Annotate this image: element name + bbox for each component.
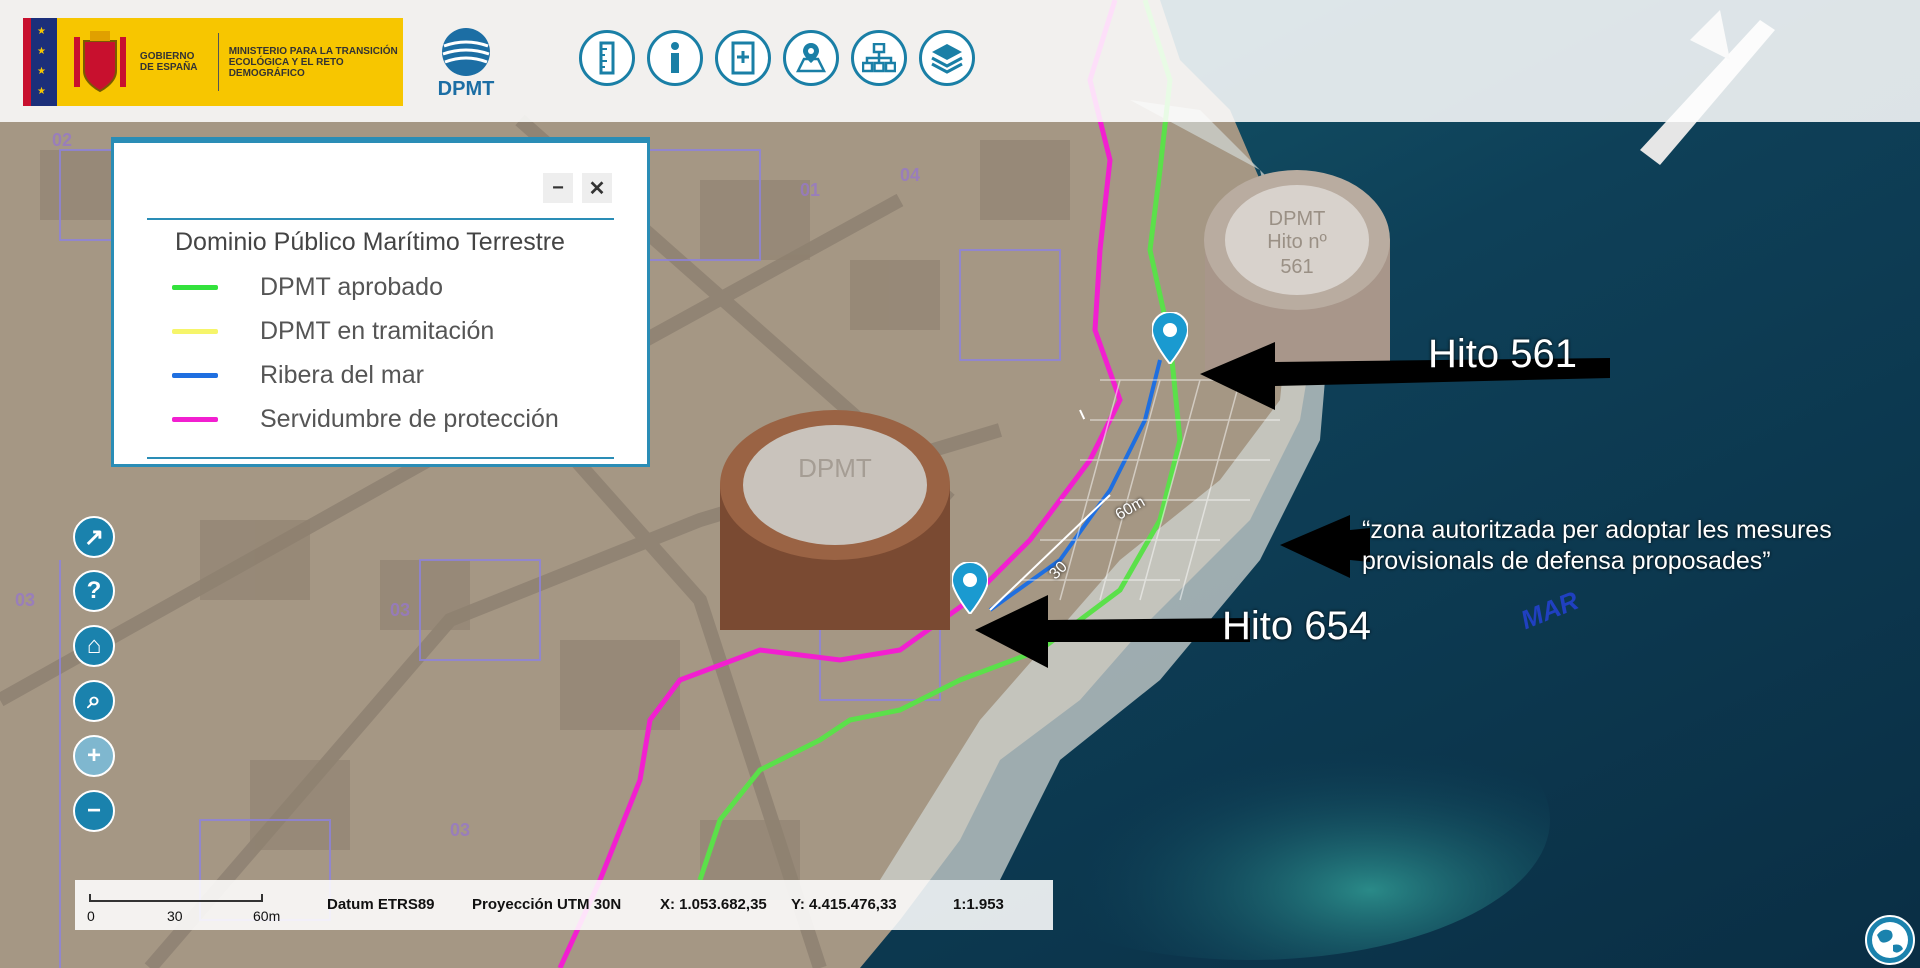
legend-content: Dominio Público Marítimo Terrestre DPMT … (147, 218, 614, 459)
status-bar: 0 30 60m Datum ETRS89 Proyección UTM 30N… (75, 880, 1053, 930)
add-bookmark-button[interactable] (715, 30, 771, 86)
y-coordinate: Y: 4.415.476,33 (791, 896, 897, 913)
zoom-in-button[interactable]: + (73, 735, 115, 777)
flag-icon: ★ ★ ★ ★ (23, 18, 57, 106)
overview-map-button[interactable] (1865, 915, 1915, 965)
legend-panel: − ✕ Dominio Público Marítimo Terrestre D… (111, 137, 650, 467)
globe-icon (1872, 922, 1908, 958)
projection-label: Proyección UTM 30N (472, 896, 622, 913)
zone-quote-line: “zona autoritzada per adoptar les mesure… (1362, 516, 1832, 544)
logo-divider (217, 33, 219, 91)
info-button[interactable] (647, 30, 703, 86)
globe-waves-icon (442, 28, 490, 76)
hierarchy-button[interactable] (851, 30, 907, 86)
scale-tick: 0 (87, 908, 95, 924)
dpmt-logo[interactable]: DPMT (428, 26, 504, 104)
hito-561-label: Hito 561 (1428, 332, 1577, 376)
legend-item: DPMT en tramitación (172, 316, 494, 346)
zone-quote: “zona autoritzada per adoptar les mesure… (1362, 515, 1832, 577)
legend-item-label: Ribera del mar (260, 360, 424, 389)
home-button[interactable]: ⌂ (73, 625, 115, 667)
header-bar: ★ ★ ★ ★ Gobierno de España Ministerio pa… (0, 0, 1920, 122)
legend-swatch (172, 284, 218, 290)
bookmark-add-icon (731, 41, 755, 75)
hito-654-label: Hito 654 (1222, 604, 1371, 648)
home-icon: ⌂ (86, 632, 102, 659)
measure-ruler-button[interactable] (579, 30, 635, 86)
share-button[interactable]: ↗ (73, 516, 115, 558)
legend-swatch (172, 416, 218, 422)
arrow-zone (1280, 515, 1370, 578)
ministry-name: Ministerio para la Transición Ecológica … (228, 45, 398, 79)
scale-tick: 30 (167, 908, 183, 924)
legend-swatch (172, 328, 218, 334)
zoom-in-icon: + (86, 742, 101, 769)
minimize-button[interactable]: − (543, 173, 573, 203)
coat-of-arms-icon (70, 27, 130, 97)
map-pin-icon (795, 43, 827, 73)
locate-button[interactable] (783, 30, 839, 86)
zoom-search-button[interactable]: ⌕ (73, 680, 115, 722)
scale-tick: 60m (253, 908, 281, 924)
legend-item: DPMT aprobado (172, 272, 443, 302)
layers-icon (931, 44, 963, 74)
legend-item: Ribera del mar (172, 360, 424, 390)
layers-button[interactable] (919, 30, 975, 86)
legend-item: Servidumbre de protección (172, 404, 559, 434)
help-icon: ? (86, 577, 102, 604)
app-logo-text: DPMT (437, 78, 495, 100)
datum-label: Datum ETRS89 (327, 896, 435, 913)
legend-item-label: DPMT en tramitación (260, 316, 495, 345)
zone-quote-line: provisionals de defensa proposades” (1362, 547, 1771, 575)
zoom-out-icon: − (86, 797, 101, 824)
government-name: Gobierno de España (139, 51, 198, 73)
close-button[interactable]: ✕ (582, 173, 612, 203)
legend-item-label: DPMT aprobado (260, 272, 443, 301)
info-icon (671, 42, 679, 73)
government-logo: ★ ★ ★ ★ Gobierno de España Ministerio pa… (23, 18, 403, 106)
arrow-hito-654 (975, 595, 1250, 668)
legend-title: Dominio Público Marítimo Terrestre (175, 228, 565, 256)
share-icon: ↗ (83, 523, 105, 551)
zoom-out-button[interactable]: − (73, 790, 115, 832)
legend-item-label: Servidumbre de protección (260, 404, 559, 433)
scale-bar (89, 894, 263, 902)
legend-swatch (172, 372, 218, 378)
help-button[interactable]: ? (73, 570, 115, 612)
x-coordinate: X: 1.053.682,35 (660, 896, 767, 913)
main-toolbar (579, 30, 975, 86)
ruler-icon (599, 41, 615, 75)
zoom-search-icon: ⌕ (87, 687, 101, 714)
hierarchy-icon (862, 43, 896, 73)
map-scale: 1:1.953 (953, 896, 1004, 913)
